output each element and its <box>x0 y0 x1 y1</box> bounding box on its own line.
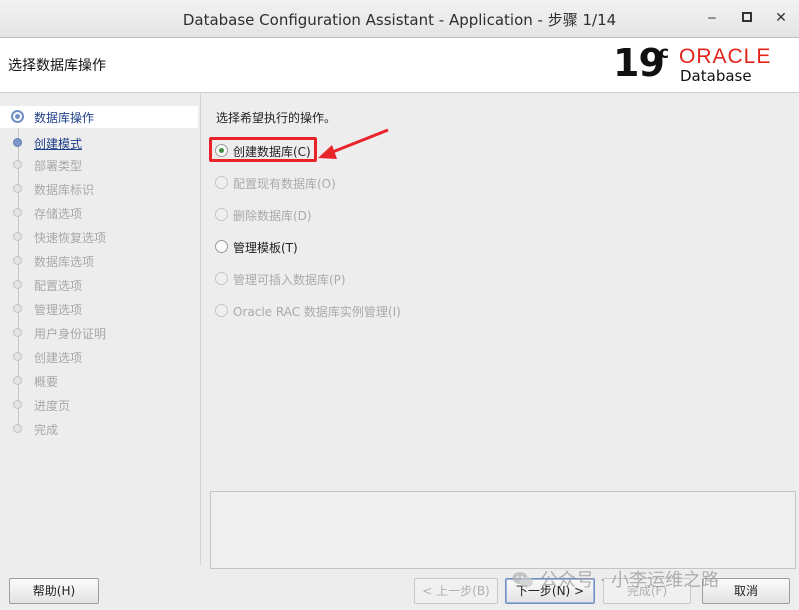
page-title: 选择数据库操作 <box>8 58 106 74</box>
sidebar-item-label: 数据库选项 <box>34 255 95 269</box>
step-dot-icon <box>13 138 22 147</box>
step-current-icon <box>11 110 24 123</box>
minimize-button[interactable]: ‒ <box>702 8 722 28</box>
close-icon: ✕ <box>775 10 787 26</box>
details-panel <box>210 491 796 569</box>
sidebar-item-label: 完成 <box>34 423 59 437</box>
watermark: 公众号 · 小李运维之路 <box>512 566 719 592</box>
logo-product: Database <box>680 67 752 85</box>
sidebar-item-label: 存储选项 <box>34 207 83 221</box>
step-dot-icon <box>13 352 22 361</box>
minimize-icon: ‒ <box>707 10 717 26</box>
sidebar-item-label: 进度页 <box>34 399 71 413</box>
sidebar-item-database-operation[interactable]: 数据库操作 <box>0 106 198 128</box>
sidebar-item-database-options: 数据库选项 <box>0 250 198 272</box>
sidebar-item-fast-recovery-option: 快速恢复选项 <box>0 226 198 248</box>
sidebar-item-label: 数据库操作 <box>34 111 95 125</box>
sidebar-item-creation-mode[interactable]: 创建模式 <box>0 132 198 154</box>
operation-prompt: 选择希望执行的操作。 <box>216 111 337 125</box>
radio-label: Oracle RAC 数据库实例管理(I) <box>233 305 401 319</box>
step-header: 选择数据库操作 19 c ORACLE Database <box>0 38 799 93</box>
sidebar-item-configuration-options: 配置选项 <box>0 274 198 296</box>
back-button: < 上一步(B) <box>414 578 498 604</box>
sidebar-item-creation-option: 创建选项 <box>0 346 198 368</box>
close-button[interactable]: ✕ <box>771 8 791 28</box>
sidebar-item-user-credentials: 用户身份证明 <box>0 322 198 344</box>
step-dot-icon <box>13 256 22 265</box>
sidebar-item-label: 数据库标识 <box>34 183 95 197</box>
step-dot-icon <box>13 376 22 385</box>
radio-label: 管理模板(T) <box>233 241 298 255</box>
annotation-highlight-box <box>209 137 317 162</box>
sidebar-item-deployment-type: 部署类型 <box>0 154 198 176</box>
sidebar-item-storage-option: 存储选项 <box>0 202 198 224</box>
sidebar-item-label: 概要 <box>34 375 59 389</box>
sidebar-item-summary: 概要 <box>0 370 198 392</box>
sidebar-item-label: 部署类型 <box>34 159 83 173</box>
step-dot-icon <box>13 184 22 193</box>
step-dot-icon <box>13 304 22 313</box>
maximize-button[interactable] <box>737 8 757 28</box>
step-dot-icon <box>13 400 22 409</box>
sidebar-item-label: 创建选项 <box>34 351 83 365</box>
maximize-icon <box>742 10 752 26</box>
radio-label: 配置现有数据库(O) <box>233 177 336 191</box>
radio-unchecked-icon <box>215 304 228 317</box>
sidebar-item-label: 快速恢复选项 <box>34 231 107 245</box>
sidebar-item-progress: 进度页 <box>0 394 198 416</box>
sidebar-item-label: 管理选项 <box>34 303 83 317</box>
sidebar-item-database-identification: 数据库标识 <box>0 178 198 200</box>
sidebar-item-label: 创建模式 <box>34 137 83 151</box>
step-sidebar: 数据库操作 创建模式 部署类型 数据库标识 存储选项 快速恢复选项 数据库选项 … <box>0 93 201 565</box>
sidebar-item-finish: 完成 <box>0 418 198 440</box>
radio-unchecked-icon <box>215 176 228 189</box>
step-dot-icon <box>13 160 22 169</box>
wechat-icon <box>512 571 534 589</box>
logo-brand: ORACLE <box>679 45 772 68</box>
watermark-text: 公众号 · 小李运维之路 <box>540 570 720 591</box>
radio-unchecked-icon <box>215 208 228 221</box>
window-titlebar: Database Configuration Assistant - Appli… <box>0 0 799 38</box>
sidebar-item-label: 配置选项 <box>34 279 83 293</box>
step-dot-icon <box>13 232 22 241</box>
sidebar-item-label: 用户身份证明 <box>34 327 107 341</box>
annotation-arrow-icon <box>318 128 389 159</box>
step-dot-icon <box>13 328 22 337</box>
radio-label: 删除数据库(D) <box>233 209 312 223</box>
radio-unchecked-icon <box>215 240 228 253</box>
radio-label: 管理可插入数据库(P) <box>233 273 346 287</box>
logo-version: 19 <box>613 41 665 85</box>
step-dot-icon <box>13 424 22 433</box>
logo-version-sup: c <box>659 43 670 63</box>
radio-unchecked-icon <box>215 272 228 285</box>
sidebar-item-management-options: 管理选项 <box>0 298 198 320</box>
step-dot-icon <box>13 208 22 217</box>
oracle-logo: 19 c ORACLE Database <box>613 41 793 87</box>
window-title: Database Configuration Assistant - Appli… <box>182 11 617 29</box>
help-button[interactable]: 帮助(H) <box>9 578 99 604</box>
step-dot-icon <box>13 280 22 289</box>
